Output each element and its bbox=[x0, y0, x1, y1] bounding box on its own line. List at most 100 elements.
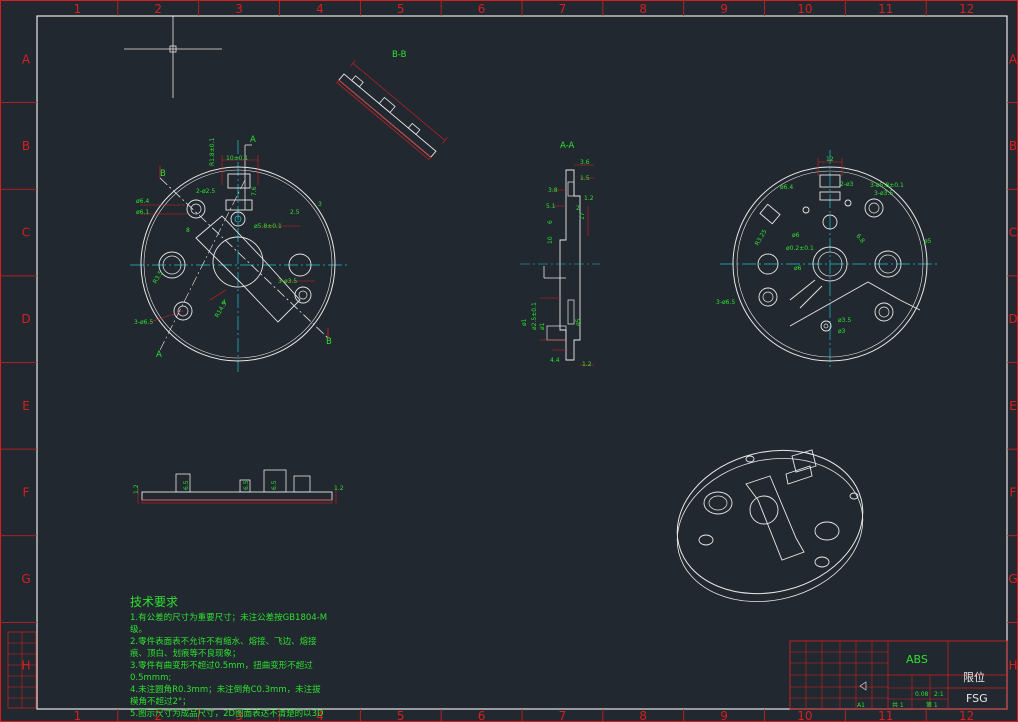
dim-label: 2 bbox=[576, 205, 580, 212]
notes-line: 模角不超过2°； bbox=[130, 696, 191, 707]
row-label: C bbox=[22, 226, 30, 240]
dim-label: ø0.2±0.1 bbox=[786, 245, 814, 252]
dim-label: 2-ø3 bbox=[840, 181, 854, 188]
dim-label: 6.5 bbox=[183, 480, 190, 490]
dim-label: ø6.4 bbox=[136, 198, 149, 205]
row-label: E bbox=[22, 399, 30, 413]
row-label: F bbox=[1010, 485, 1017, 499]
dim-label: ø3.5 bbox=[838, 317, 851, 324]
dim-label: 1.2 bbox=[584, 195, 594, 202]
dim-label: 10±0.1 bbox=[226, 155, 248, 162]
notes-line: 级。 bbox=[130, 624, 147, 635]
dim-label: 10 bbox=[547, 236, 554, 244]
row-label: A bbox=[22, 52, 31, 66]
notes-line: 1.有公差的尺寸为重要尺寸；未注公差按GB1804-M bbox=[130, 612, 327, 623]
dim-label: 3-ø6.5 bbox=[716, 299, 735, 306]
row-label: G bbox=[1008, 572, 1017, 586]
column-label: 12 bbox=[959, 709, 974, 722]
dim-label: 3.8 bbox=[548, 187, 558, 194]
dim-label: R1.8±0.1 bbox=[209, 138, 216, 166]
row-label: D bbox=[1008, 312, 1017, 326]
column-label: 1 bbox=[74, 2, 82, 16]
cut-label-b-end: B bbox=[326, 337, 332, 347]
dim-label: 1.2 bbox=[582, 361, 592, 368]
column-label: 5 bbox=[397, 2, 405, 16]
column-label: 10 bbox=[797, 709, 812, 722]
dim-label: 3-ø3.5 bbox=[874, 190, 893, 197]
dim-label: ø6 bbox=[792, 232, 800, 239]
row-label: D bbox=[21, 312, 30, 326]
dim-label: 1.2 bbox=[334, 485, 344, 492]
column-label: 9 bbox=[720, 2, 728, 16]
dim-label: ø5 bbox=[575, 318, 582, 326]
dim-label: ø2.5±0.1 bbox=[531, 302, 538, 330]
section-title-bb: B-B bbox=[392, 50, 407, 60]
dim-label: 6.8 bbox=[854, 233, 866, 245]
crosshair-cursor bbox=[124, 16, 222, 98]
column-label: 7 bbox=[559, 709, 567, 722]
column-label: 2 bbox=[154, 2, 162, 16]
scale-field: 2:1 bbox=[934, 691, 944, 698]
column-label: 8 bbox=[639, 2, 647, 16]
title-block: ABS 限位 FSG A1 2:1 0.08 共 1 第 1 bbox=[789, 640, 1008, 710]
dim-label: 6.5 bbox=[271, 480, 278, 490]
column-label: 1 bbox=[74, 709, 82, 722]
notes-line: 3.零件有曲变形不超过0.5mm，扭曲变形不超过 bbox=[130, 660, 313, 671]
isometric-view bbox=[676, 449, 864, 603]
notes-line: 4.未注圆角R0.3mm；未注倒角C0.3mm，未注拔 bbox=[130, 684, 321, 695]
part-code-field: FSG bbox=[966, 692, 988, 705]
dim-label: 17 bbox=[579, 212, 586, 220]
row-label: E bbox=[1009, 399, 1017, 413]
notes-line: 痕、顶白、划痕等不良现象； bbox=[130, 648, 241, 659]
dim-label: 3-ø6.5 bbox=[134, 319, 153, 326]
dim-label: R3.5 bbox=[152, 269, 165, 285]
column-label: 12 bbox=[959, 2, 974, 16]
cut-label-a-end: A bbox=[156, 350, 162, 360]
dim-label: 2.5 bbox=[290, 209, 300, 216]
weight-field: 0.08 bbox=[915, 691, 929, 698]
sheet-number-field: 第 1 bbox=[926, 701, 938, 709]
dim-label: 5.1 bbox=[546, 203, 556, 210]
row-label: H bbox=[1008, 659, 1017, 673]
cut-label-b: B bbox=[160, 169, 166, 179]
row-label: A bbox=[1009, 52, 1018, 66]
side-view bbox=[137, 469, 337, 504]
column-label: 6 bbox=[478, 2, 486, 16]
dim-label: ø5.8±0.1 bbox=[254, 223, 282, 230]
column-label: 11 bbox=[878, 2, 893, 16]
sheets-total-field: 共 1 bbox=[892, 701, 904, 709]
dim-label: 3.6 bbox=[580, 159, 590, 166]
dim-label: 6.5 bbox=[243, 480, 250, 490]
dim-label: 7.6 bbox=[251, 186, 258, 196]
notes-title: 技术要求 bbox=[130, 595, 178, 609]
material-field: ABS bbox=[906, 653, 928, 666]
dim-label: ø1 bbox=[539, 322, 546, 330]
row-label: H bbox=[21, 659, 30, 673]
section-aa-labels: 3.6 1.5 3.8 5.1 1.2 2 6 10 17 ø2.5±0.1 ø… bbox=[521, 159, 594, 368]
dim-label: 2-ø2.5 bbox=[196, 188, 215, 195]
notes-line: 2.零件表面表不允许不有缩水、熔接、飞边、熔接 bbox=[130, 636, 317, 647]
section-title-aa: A-A bbox=[560, 141, 575, 151]
back-view bbox=[720, 150, 940, 370]
column-label: 10 bbox=[797, 2, 812, 16]
column-label: 11 bbox=[878, 709, 893, 722]
dim-label: 1.5 bbox=[580, 175, 590, 182]
dim-label: 3-ø3.5 bbox=[278, 278, 297, 285]
column-label: 5 bbox=[397, 709, 405, 722]
dim-label: 8 bbox=[186, 227, 190, 234]
cut-label-a: A bbox=[250, 135, 256, 145]
row-label: G bbox=[21, 572, 30, 586]
revision-strip bbox=[7, 631, 37, 709]
dim-label: ø6 bbox=[794, 265, 802, 272]
dim-label: 6 bbox=[547, 220, 554, 224]
sheet-size-field: A1 bbox=[857, 702, 865, 709]
column-label: 9 bbox=[720, 709, 728, 722]
row-label: B bbox=[1009, 139, 1017, 153]
column-label: 3 bbox=[235, 2, 243, 16]
dim-label: ø5 bbox=[924, 238, 932, 245]
row-label: C bbox=[1009, 226, 1017, 240]
column-label: 4 bbox=[316, 2, 324, 16]
dim-label: ø3 bbox=[838, 328, 846, 335]
dim-label: ø6.1 bbox=[136, 209, 149, 216]
part-name-field: 限位 bbox=[963, 670, 985, 684]
